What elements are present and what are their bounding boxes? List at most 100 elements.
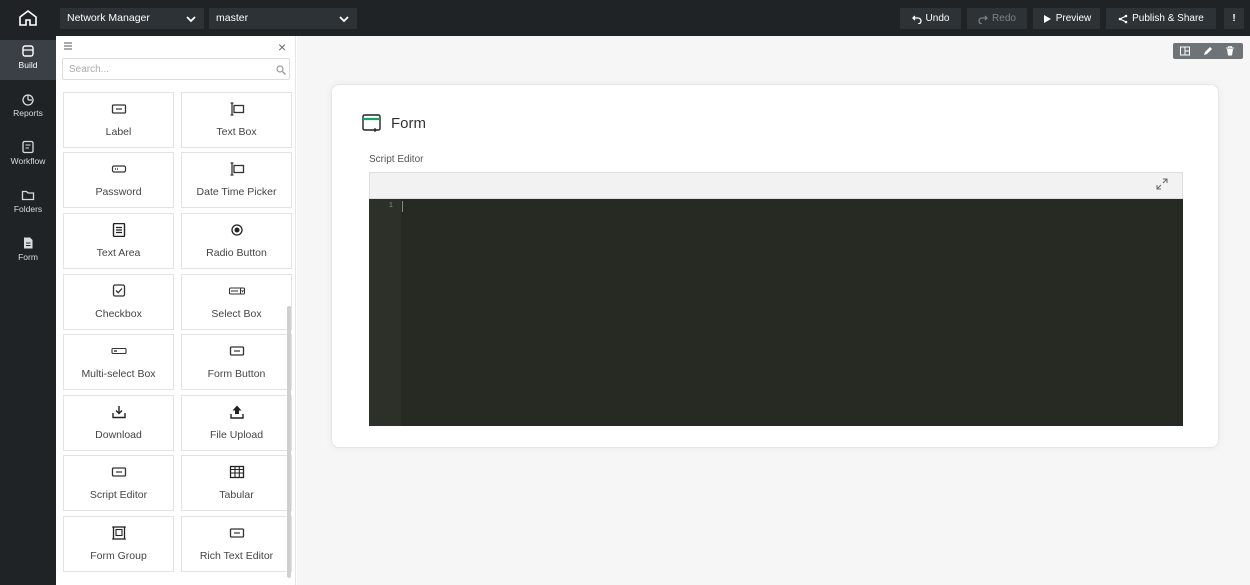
richtext-icon: [229, 528, 245, 538]
component-checkbox[interactable]: Checkbox: [63, 274, 174, 330]
nav-label-build: Build: [18, 60, 38, 70]
component-password[interactable]: Password: [63, 152, 174, 208]
component-label-text: Download: [95, 429, 142, 441]
line-number: 1: [388, 202, 393, 210]
components-grid: Label Text Box Password Date Time Picker…: [56, 36, 296, 585]
code-editor[interactable]: 1: [369, 199, 1183, 426]
nav-label-workflow: Workflow: [10, 156, 46, 166]
trash-icon[interactable]: [1225, 46, 1235, 56]
play-icon: [1043, 14, 1051, 23]
component-form-group[interactable]: Form Group: [63, 516, 174, 572]
component-label-text: Rich Text Editor: [199, 550, 274, 562]
edit-icon[interactable]: [1203, 46, 1213, 56]
component-file-upload[interactable]: File Upload: [181, 395, 292, 451]
nav-item-folders[interactable]: Folders: [0, 184, 56, 224]
checkbox-icon: [112, 284, 126, 297]
datetime-icon: [230, 162, 245, 176]
component-label-text: Multi-select Box: [81, 368, 156, 380]
textarea-icon: [112, 223, 126, 237]
redo-label: Redo: [992, 13, 1016, 24]
nav-item-workflow[interactable]: Workflow: [0, 136, 56, 176]
text-cursor: [402, 201, 403, 212]
undo-button[interactable]: Undo: [900, 8, 961, 29]
formbutton-icon: [229, 346, 245, 356]
nav-label-form: Form: [18, 252, 38, 262]
nav-item-form[interactable]: Form: [0, 232, 56, 272]
branch-selector[interactable]: master: [209, 8, 357, 29]
workflow-icon: [22, 140, 34, 154]
chevron-down-icon: [186, 16, 196, 23]
component-label-text: Text Box: [216, 126, 257, 138]
label-icon: [111, 104, 127, 114]
component-label-text: Select Box: [211, 308, 262, 320]
branch-name: master: [216, 12, 249, 24]
component-label-text: Tabular: [219, 489, 254, 501]
chevron-down-icon: [339, 16, 349, 23]
component-select-box[interactable]: Select Box: [181, 274, 292, 330]
component-label-text: Form Button: [207, 368, 266, 380]
top-bar: Network Manager master Undo Redo Preview…: [0, 0, 1250, 36]
component-label-text: File Upload: [209, 429, 264, 441]
reports-icon: [22, 94, 34, 106]
nav-label-folders: Folders: [13, 204, 43, 214]
component-form-button[interactable]: Form Button: [181, 334, 292, 390]
component-multiselect-box[interactable]: Multi-select Box: [63, 334, 174, 390]
component-label-text: Date Time Picker: [196, 186, 277, 198]
layout-icon[interactable]: [1180, 46, 1190, 56]
download-icon: [112, 406, 126, 419]
script-editor-label: Script Editor: [369, 154, 424, 165]
expand-icon[interactable]: [1156, 178, 1168, 190]
component-radio-button[interactable]: Radio Button: [181, 213, 292, 269]
preview-button[interactable]: Preview: [1033, 8, 1100, 29]
build-icon: [22, 45, 34, 57]
component-script-editor[interactable]: Script Editor: [63, 455, 174, 511]
folder-icon: [21, 190, 35, 201]
component-download[interactable]: Download: [63, 395, 174, 451]
redo-icon: [978, 15, 988, 24]
component-label-text: Radio Button: [206, 247, 267, 259]
formgroup-icon: [112, 526, 126, 540]
nav-label-reports: Reports: [13, 108, 43, 118]
publish-label: Publish & Share: [1132, 13, 1204, 24]
radio-icon: [231, 224, 243, 236]
publish-share-button[interactable]: Publish & Share: [1106, 8, 1216, 29]
component-textarea[interactable]: Text Area: [63, 213, 174, 269]
app-name: Network Manager: [67, 12, 150, 24]
form-icon: [362, 114, 381, 132]
undo-label: Undo: [925, 13, 950, 24]
component-label-text: Script Editor: [89, 489, 148, 501]
scripteditor-icon: [111, 467, 127, 477]
left-nav: Build Reports Workflow Folders Form: [0, 36, 56, 585]
panel-scrollbar[interactable]: [287, 306, 291, 578]
components-panel: × Label Text Box Password Date Time Pick…: [56, 36, 296, 585]
component-label-text: Text Area: [96, 247, 141, 259]
redo-button[interactable]: Redo: [967, 8, 1027, 29]
component-tabular[interactable]: Tabular: [181, 455, 292, 511]
editor-gutter: 1: [369, 199, 401, 426]
multiselect-icon: [111, 347, 127, 355]
upload-icon: [230, 405, 244, 419]
component-label-text: Label: [105, 126, 132, 138]
editor-toolbar: [369, 172, 1183, 199]
canvas-toolbar: [1173, 43, 1243, 59]
nav-item-build[interactable]: Build: [0, 40, 56, 80]
component-label-text: Password: [95, 186, 142, 198]
home-icon[interactable]: [16, 8, 40, 28]
component-label[interactable]: Label: [63, 92, 174, 148]
form-title: Form: [391, 115, 426, 132]
form-icon: [24, 237, 33, 249]
password-icon: [111, 165, 127, 173]
undo-icon: [911, 15, 922, 24]
component-label-text: Checkbox: [95, 308, 142, 320]
component-rich-text-editor[interactable]: Rich Text Editor: [181, 516, 292, 572]
textbox-icon: [230, 102, 245, 116]
share-icon: [1118, 14, 1128, 23]
component-datetime-picker[interactable]: Date Time Picker: [181, 152, 292, 208]
table-icon: [229, 465, 245, 479]
selectbox-icon: [229, 287, 245, 295]
nav-item-reports[interactable]: Reports: [0, 88, 56, 128]
more-button[interactable]: !: [1224, 8, 1244, 29]
component-textbox[interactable]: Text Box: [181, 92, 292, 148]
app-selector[interactable]: Network Manager: [60, 8, 204, 29]
more-label: !: [1232, 13, 1236, 24]
